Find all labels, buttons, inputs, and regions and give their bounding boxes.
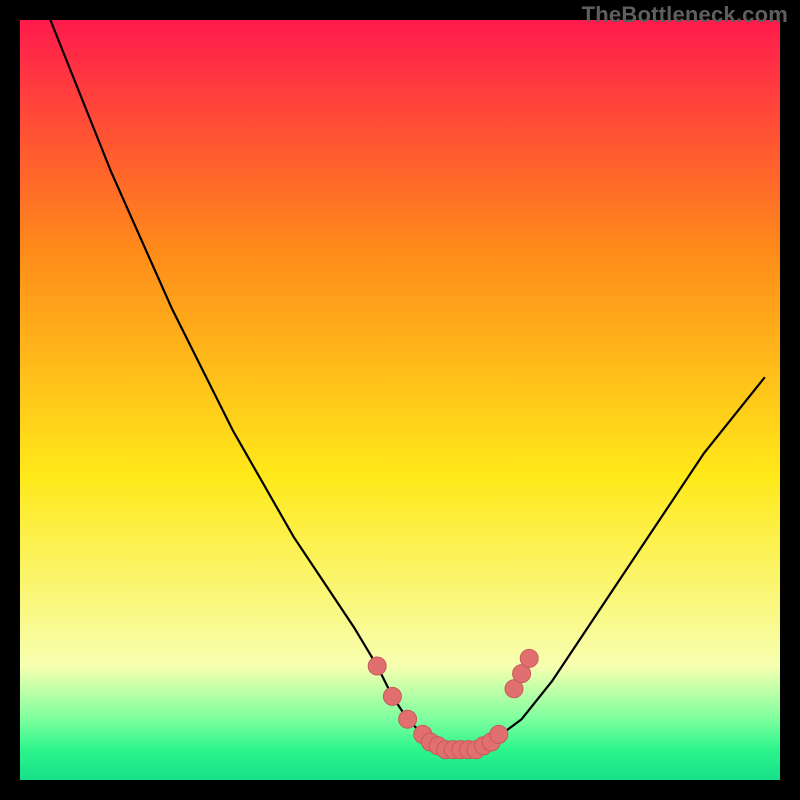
gradient-background [20,20,780,780]
marker-point [368,657,386,675]
bottleneck-plot [20,20,780,780]
marker-point [399,710,417,728]
chart-frame [20,20,780,780]
watermark-text: TheBottleneck.com [582,2,788,28]
marker-point [520,649,538,667]
marker-point [383,687,401,705]
marker-point [490,725,508,743]
